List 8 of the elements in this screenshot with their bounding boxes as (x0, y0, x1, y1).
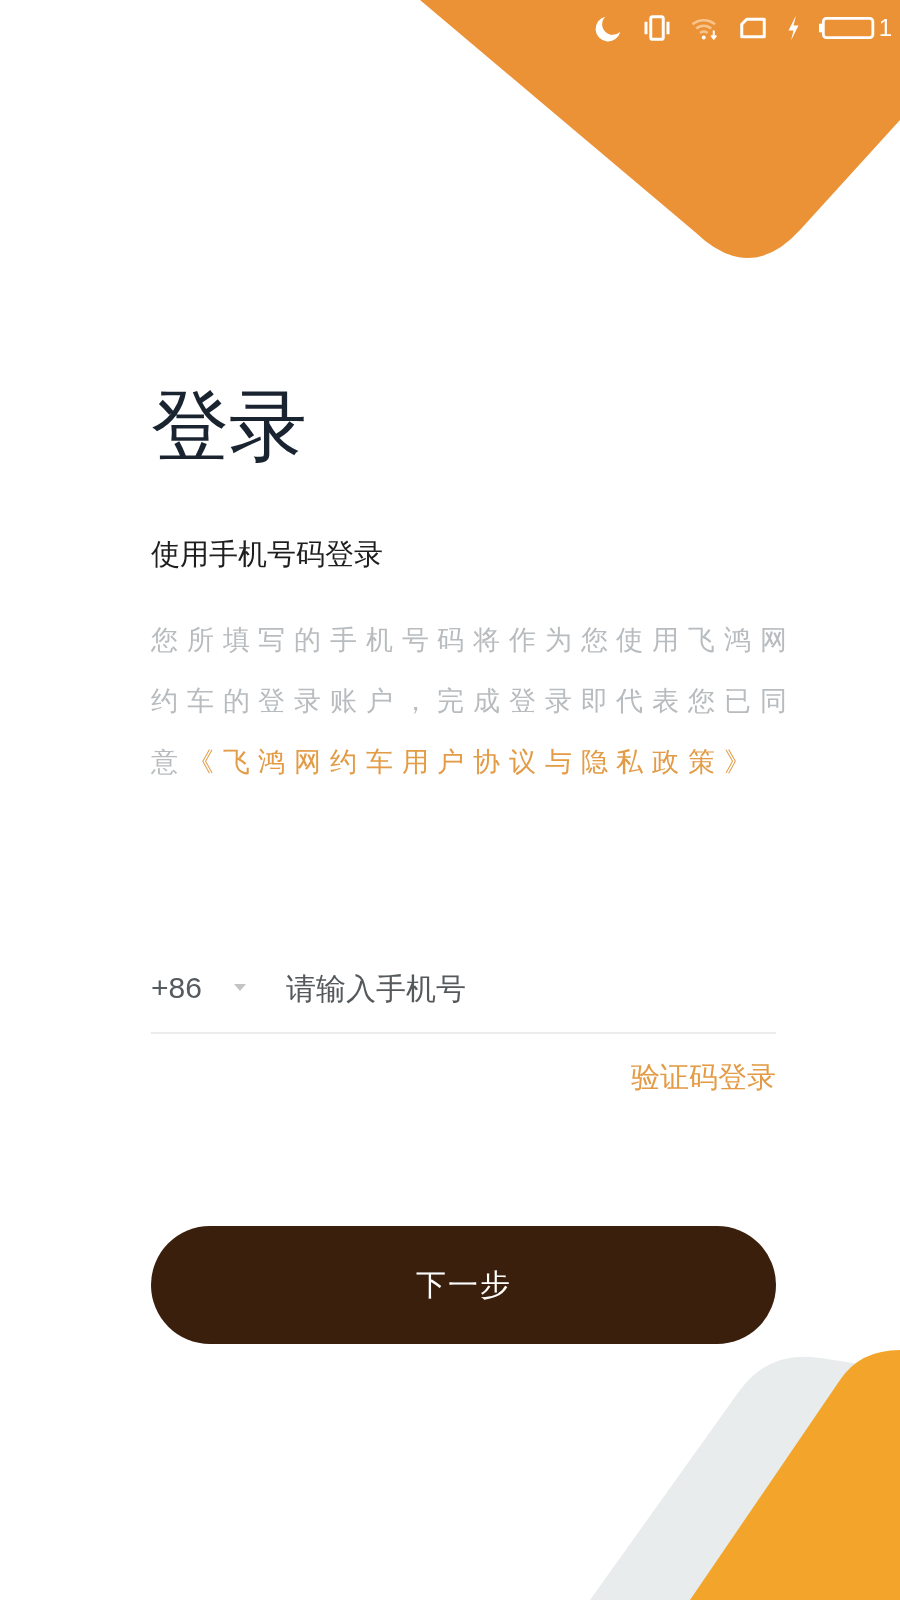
next-button[interactable]: 下一步 (151, 1226, 776, 1345)
battery-icon (818, 15, 875, 41)
country-code-select[interactable]: +86 (151, 971, 246, 1006)
agreement-text: 您所填写的手机号码将作为您使用飞鸿网约车的登录账户，完成登录即代表您已同意《飞鸿网约车用户协议与隐私政策》 (151, 623, 797, 780)
subtitle: 使用手机号码登录 (151, 535, 384, 573)
page-title: 登录 (151, 380, 308, 473)
caret-icon (233, 984, 246, 993)
battery-percent: 1 (878, 14, 892, 42)
